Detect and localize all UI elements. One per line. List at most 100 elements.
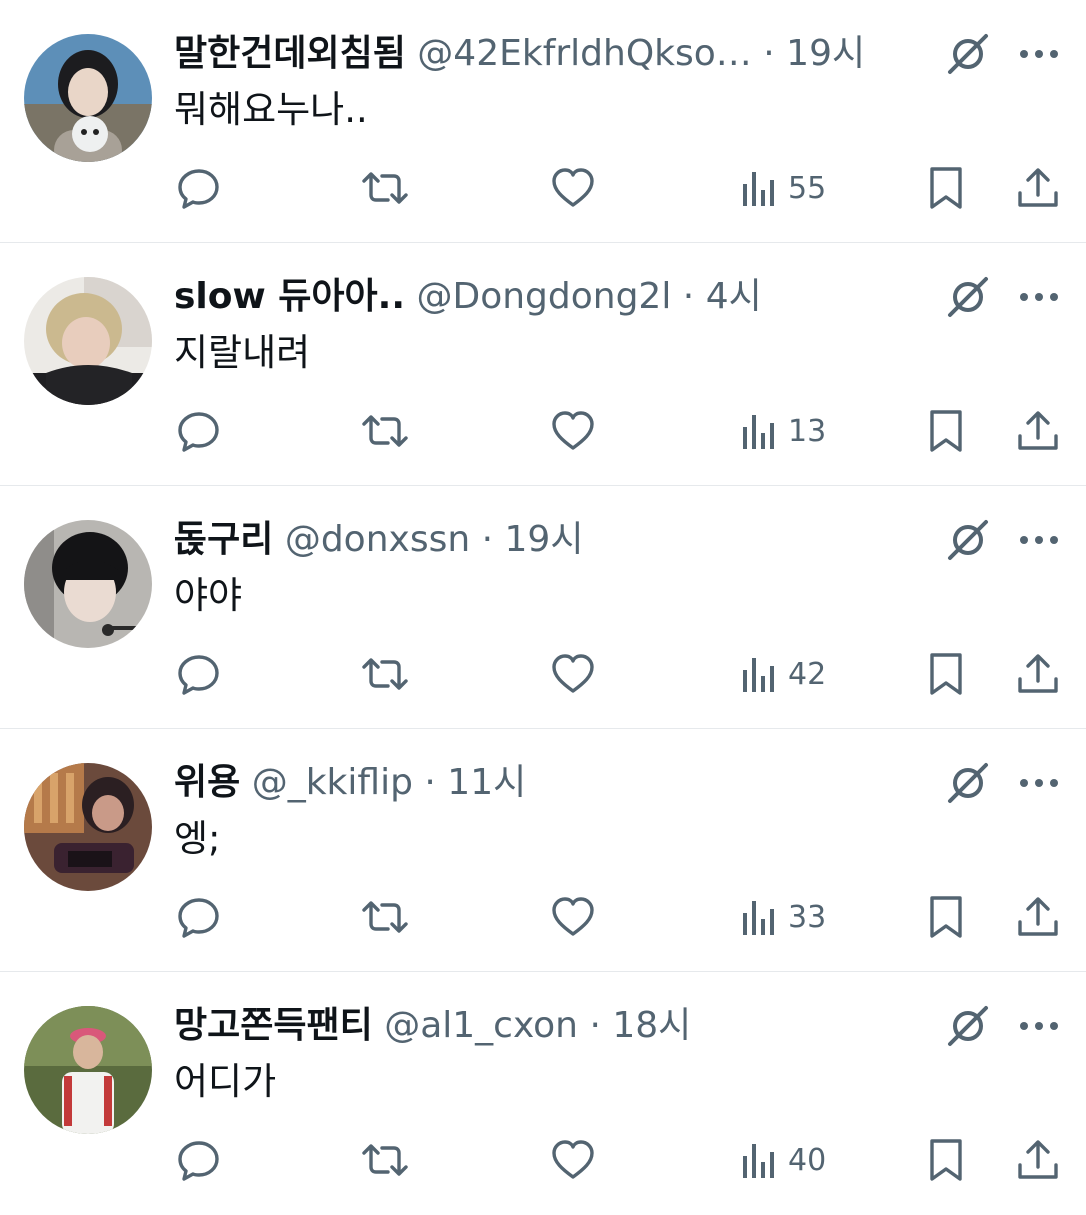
action-bar: 42: [0, 646, 1086, 702]
timestamp[interactable]: 4시: [706, 276, 762, 317]
more-icon[interactable]: [1016, 40, 1062, 68]
reply-button[interactable]: [176, 160, 222, 216]
views-icon: [743, 658, 774, 692]
heart-icon: [552, 1140, 594, 1179]
avatar[interactable]: [24, 763, 152, 891]
user-handle[interactable]: @al1_cxon: [384, 1005, 578, 1046]
grok-icon[interactable]: [946, 761, 990, 805]
grok-icon[interactable]: [946, 275, 990, 319]
view-count: 55: [788, 170, 827, 206]
repost-icon: [362, 658, 408, 690]
share-button[interactable]: [1016, 646, 1060, 702]
share-button[interactable]: [1016, 403, 1060, 459]
like-button[interactable]: [550, 889, 596, 945]
avatar-image: [24, 520, 152, 648]
avatar-image: [24, 34, 152, 162]
like-button[interactable]: [550, 160, 596, 216]
like-button[interactable]: [550, 1132, 596, 1188]
more-icon[interactable]: [1016, 769, 1062, 797]
avatar-image: [24, 763, 152, 891]
avatar-image: [24, 277, 152, 405]
heart-icon: [552, 897, 594, 936]
display-name[interactable]: slow 듀아아..: [174, 276, 405, 317]
reply-icon: [178, 898, 219, 938]
more-icon[interactable]: [1016, 283, 1062, 311]
grok-icon[interactable]: [946, 518, 990, 562]
view-count: 42: [788, 656, 827, 692]
grok-icon[interactable]: [946, 32, 990, 76]
repost-button[interactable]: [360, 1132, 410, 1188]
reply-header: 말한건데외침됨 @42EkfrldhQkso… · 19시: [174, 28, 934, 80]
reply-item[interactable]: slow 듀아아.. @Dongdong2l · 4시 지랄내려 13: [0, 243, 1086, 486]
heart-icon: [552, 168, 594, 207]
avatar[interactable]: [24, 520, 152, 648]
reply-text: 엥;: [174, 817, 221, 860]
repost-button[interactable]: [360, 889, 410, 945]
like-button[interactable]: [550, 403, 596, 459]
display-name[interactable]: 위용: [174, 762, 240, 803]
timestamp[interactable]: 11시: [447, 762, 526, 803]
more-icon[interactable]: [1016, 1012, 1062, 1040]
share-icon: [1018, 654, 1058, 693]
reply-icon: [178, 655, 219, 695]
bookmark-button[interactable]: [926, 646, 966, 702]
reply-button[interactable]: [176, 1132, 222, 1188]
views-button[interactable]: 13: [740, 403, 826, 459]
reply-feed: 말한건데외침됨 @42EkfrldhQkso… · 19시 뭐해요누나.. 55…: [0, 0, 1086, 1200]
views-icon: [743, 1144, 774, 1178]
user-handle[interactable]: @donxssn: [285, 519, 470, 560]
bookmark-icon: [930, 896, 962, 938]
more-icon[interactable]: [1016, 526, 1062, 554]
bookmark-button[interactable]: [926, 1132, 966, 1188]
repost-button[interactable]: [360, 160, 410, 216]
share-button[interactable]: [1016, 1132, 1060, 1188]
avatar[interactable]: [24, 34, 152, 162]
user-handle[interactable]: @42EkfrldhQkso…: [417, 33, 752, 74]
bookmark-icon: [930, 1139, 962, 1181]
bookmark-icon: [930, 653, 962, 695]
user-handle[interactable]: @_kkiflip: [252, 762, 413, 803]
repost-icon: [362, 172, 408, 204]
share-button[interactable]: [1016, 889, 1060, 945]
reply-button[interactable]: [176, 403, 222, 459]
views-icon: [743, 901, 774, 935]
timestamp[interactable]: 19시: [505, 519, 584, 560]
timestamp[interactable]: 18시: [612, 1005, 691, 1046]
action-bar: 40: [0, 1132, 1086, 1188]
reply-text: 어디가: [174, 1060, 277, 1103]
bookmark-button[interactable]: [926, 889, 966, 945]
display-name[interactable]: 망고쫀득팬티: [174, 1005, 373, 1046]
repost-button[interactable]: [360, 403, 410, 459]
like-button[interactable]: [550, 646, 596, 702]
user-handle[interactable]: @Dongdong2l: [416, 276, 671, 317]
reply-icon: [178, 1141, 219, 1181]
reply-header: 망고쫀득팬티 @al1_cxon · 18시: [174, 1000, 934, 1052]
avatar[interactable]: [24, 277, 152, 405]
reply-button[interactable]: [176, 646, 222, 702]
views-button[interactable]: 42: [740, 646, 826, 702]
views-button[interactable]: 40: [740, 1132, 826, 1188]
reply-item[interactable]: 돉구리 @donxssn · 19시 야야 42: [0, 486, 1086, 729]
reply-item[interactable]: 위용 @_kkiflip · 11시 엥; 33: [0, 729, 1086, 972]
share-icon: [1018, 1140, 1058, 1179]
reply-header: slow 듀아아.. @Dongdong2l · 4시: [174, 271, 934, 323]
grok-icon[interactable]: [946, 1004, 990, 1048]
display-name[interactable]: 돉구리: [174, 519, 273, 560]
bookmark-button[interactable]: [926, 403, 966, 459]
reply-button[interactable]: [176, 889, 222, 945]
reply-item[interactable]: 말한건데외침됨 @42EkfrldhQkso… · 19시 뭐해요누나.. 55: [0, 0, 1086, 243]
avatar[interactable]: [24, 1006, 152, 1134]
views-button[interactable]: 33: [740, 889, 826, 945]
views-button[interactable]: 55: [740, 160, 826, 216]
bookmark-icon: [930, 410, 962, 452]
repost-button[interactable]: [360, 646, 410, 702]
timestamp[interactable]: 19시: [786, 33, 865, 74]
reply-icon: [178, 412, 219, 452]
reply-item[interactable]: 망고쫀득팬티 @al1_cxon · 18시 어디가 40: [0, 972, 1086, 1215]
reply-icon: [178, 169, 219, 209]
bookmark-button[interactable]: [926, 160, 966, 216]
display-name[interactable]: 말한건데외침됨: [174, 33, 406, 74]
share-button[interactable]: [1016, 160, 1060, 216]
action-bar: 33: [0, 889, 1086, 945]
view-count: 40: [788, 1142, 827, 1178]
